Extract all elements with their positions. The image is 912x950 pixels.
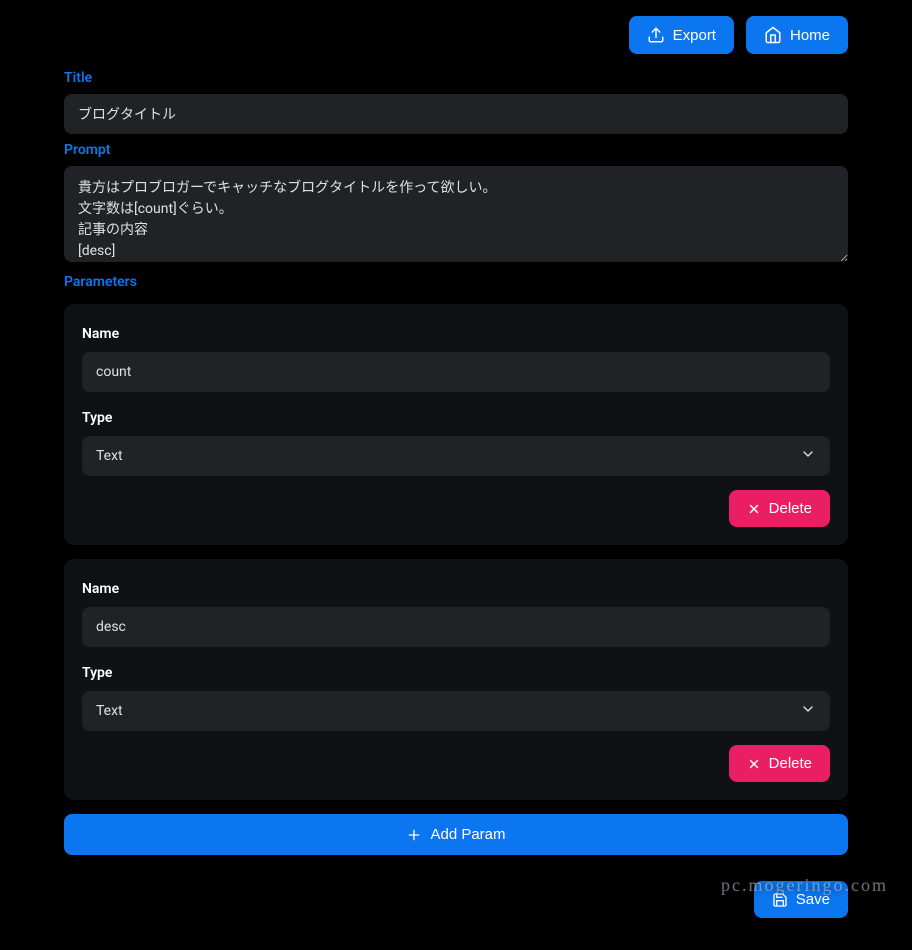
add-param-button[interactable]: Add Param xyxy=(64,814,848,855)
param-name-input[interactable] xyxy=(82,607,830,647)
param-type-select-wrap: Text xyxy=(82,436,830,476)
header-buttons: Export Home xyxy=(64,16,848,54)
home-button[interactable]: Home xyxy=(746,16,848,54)
param-name-label: Name xyxy=(82,581,830,597)
parameter-card: Name Type Text Delete xyxy=(64,559,848,800)
parameters-section-label: Parameters xyxy=(64,274,848,290)
title-input[interactable] xyxy=(64,94,848,134)
home-icon xyxy=(764,26,782,44)
add-param-label: Add Param xyxy=(430,826,505,843)
param-type-label: Type xyxy=(82,410,830,426)
delete-button[interactable]: Delete xyxy=(729,490,830,527)
param-actions: Delete xyxy=(82,745,830,782)
param-type-select[interactable]: Text xyxy=(82,436,830,476)
param-type-select[interactable]: Text xyxy=(82,691,830,731)
upload-icon xyxy=(647,26,665,44)
delete-button-label: Delete xyxy=(769,755,812,772)
plus-icon xyxy=(406,827,422,843)
prompt-textarea[interactable] xyxy=(64,166,848,262)
param-actions: Delete xyxy=(82,490,830,527)
parameter-card: Name Type Text Delete xyxy=(64,304,848,545)
save-button[interactable]: Save xyxy=(754,881,848,918)
footer-actions: Save xyxy=(64,881,848,918)
param-type-label: Type xyxy=(82,665,830,681)
title-section-label: Title xyxy=(64,70,848,86)
delete-button-label: Delete xyxy=(769,500,812,517)
param-name-label: Name xyxy=(82,326,830,342)
export-button-label: Export xyxy=(673,27,716,44)
close-icon xyxy=(747,502,761,516)
delete-button[interactable]: Delete xyxy=(729,745,830,782)
param-name-input[interactable] xyxy=(82,352,830,392)
home-button-label: Home xyxy=(790,27,830,44)
page-container: Export Home Title Prompt Parameters Name… xyxy=(0,0,912,950)
close-icon xyxy=(747,757,761,771)
save-button-label: Save xyxy=(796,891,830,908)
prompt-section-label: Prompt xyxy=(64,142,848,158)
add-param-row: Add Param xyxy=(64,814,848,855)
export-button[interactable]: Export xyxy=(629,16,734,54)
save-icon xyxy=(772,892,788,908)
param-type-select-wrap: Text xyxy=(82,691,830,731)
